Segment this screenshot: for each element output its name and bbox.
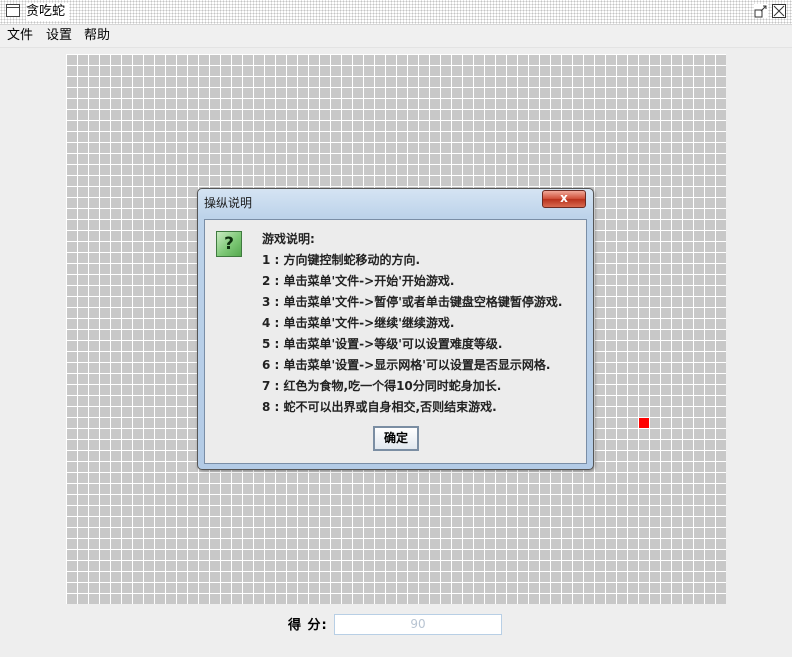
instructions-dialog: 操纵说明 x ? 游戏说明: 1 : 方向键控制蛇移动的方向. 2 : 单击菜单… bbox=[197, 188, 594, 470]
dialog-message: 游戏说明: 1 : 方向键控制蛇移动的方向. 2 : 单击菜单'文件->开始'开… bbox=[262, 229, 562, 418]
score-label: 得 分: bbox=[288, 618, 328, 633]
title-bar: 贪吃蛇 bbox=[0, 0, 792, 25]
message-line: 7 : 红色为食物,吃一个得10分同时蛇身加长. bbox=[262, 379, 502, 393]
message-line: 4 : 单击菜单'文件->继续'继续游戏. bbox=[262, 316, 455, 330]
menu-bar: 文件 设置 帮助 bbox=[0, 25, 792, 48]
dialog-body: ? 游戏说明: 1 : 方向键控制蛇移动的方向. 2 : 单击菜单'文件->开始… bbox=[204, 219, 587, 464]
question-icon: ? bbox=[216, 231, 242, 257]
ok-button[interactable]: 确定 bbox=[373, 426, 419, 451]
menu-help[interactable]: 帮助 bbox=[82, 25, 112, 47]
menu-settings[interactable]: 设置 bbox=[44, 25, 74, 47]
close-icon bbox=[773, 5, 785, 17]
food-cell bbox=[639, 418, 649, 428]
dialog-title: 操纵说明 bbox=[204, 196, 253, 210]
close-button[interactable] bbox=[772, 4, 786, 18]
window-title: 贪吃蛇 bbox=[26, 3, 70, 21]
message-line: 5 : 单击菜单'设置->等级'可以设置难度等级. bbox=[262, 337, 503, 351]
message-line: 2 : 单击菜单'文件->开始'开始游戏. bbox=[262, 274, 455, 288]
close-icon: x bbox=[560, 191, 568, 205]
dialog-close-button[interactable]: x bbox=[542, 190, 586, 208]
message-line: 6 : 单击菜单'设置->显示网格'可以设置是否显示网格. bbox=[262, 358, 551, 372]
message-line: 8 : 蛇不可以出界或自身相交,否则结束游戏. bbox=[262, 400, 497, 414]
restore-button[interactable] bbox=[754, 4, 768, 18]
score-field: 90 bbox=[334, 614, 502, 635]
restore-icon bbox=[754, 5, 767, 18]
message-line: 3 : 单击菜单'文件->暂停'或者单击键盘空格键暂停游戏. bbox=[262, 295, 563, 309]
menu-file[interactable]: 文件 bbox=[5, 25, 35, 47]
message-line: 1 : 方向键控制蛇移动的方向. bbox=[262, 253, 421, 267]
window-icon bbox=[6, 4, 20, 17]
message-line: 游戏说明: bbox=[262, 232, 315, 246]
